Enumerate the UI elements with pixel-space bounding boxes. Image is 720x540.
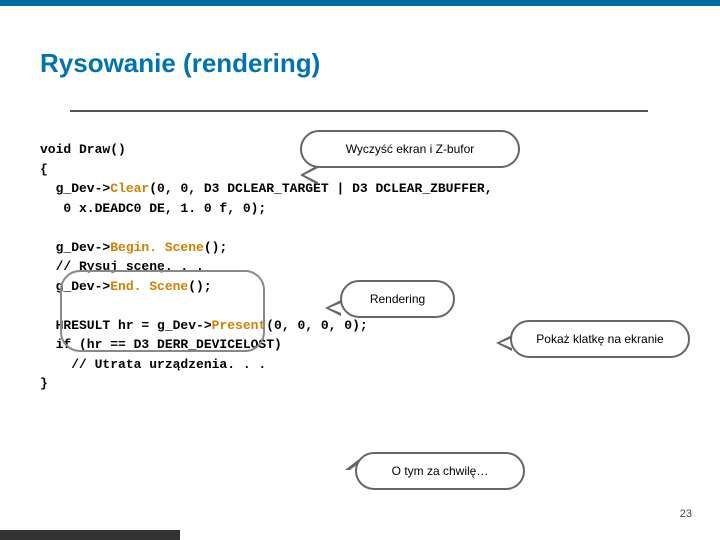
page-number: 23 [680, 508, 692, 520]
title-underline [70, 110, 648, 112]
code-line: (0, 0, 0, 0); [266, 318, 367, 333]
code-line: (); [204, 240, 227, 255]
code-highlight: Begin. Scene [110, 240, 204, 255]
code-line [40, 298, 48, 313]
code-line: g_Dev-> [40, 181, 110, 196]
code-line: g_Dev-> [40, 240, 110, 255]
code-line: { [40, 162, 48, 177]
callout-later: O tym za chwilę… [355, 452, 525, 490]
callout-show-frame: Pokaż klatkę na ekranie [510, 320, 690, 358]
bottom-accent-bar [0, 530, 180, 540]
slide-title: Rysowanie (rendering) [40, 48, 320, 79]
top-accent-bar [0, 0, 720, 6]
code-highlight: Clear [110, 181, 149, 196]
callout-tail [300, 165, 318, 185]
callout-rendering: Rendering [340, 280, 455, 318]
code-line: 0 x.DEADC0 DE, 1. 0 f, 0); [40, 201, 266, 216]
code-line: (0, 0, D3 DCLEAR_TARGET | D3 DCLEAR_ZBUF… [149, 181, 492, 196]
callout-clear: Wyczyść ekran i Z-bufor [300, 130, 520, 168]
callout-tail [325, 300, 341, 316]
scene-block-outline [60, 270, 265, 352]
code-line [40, 220, 48, 235]
code-line: } [40, 376, 48, 391]
code-line: void Draw() [40, 142, 126, 157]
code-line: // Utrata urządzenia. . . [40, 357, 266, 372]
